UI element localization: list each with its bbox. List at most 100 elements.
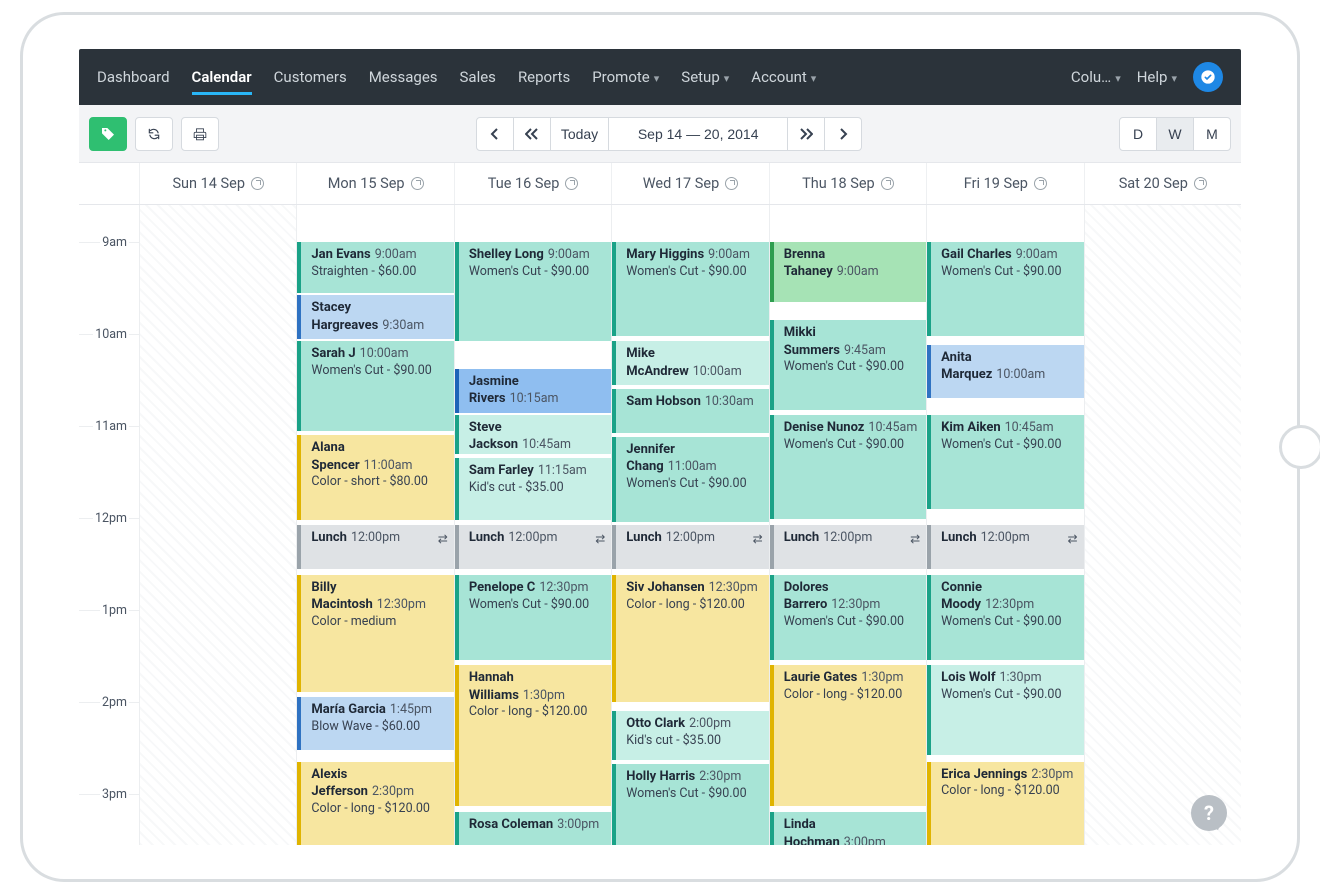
- nav-item-account[interactable]: Account: [751, 51, 816, 103]
- calendar-event[interactable]: Gail Charles9:00amWomen's Cut - $90.00: [927, 242, 1083, 337]
- calendar-event[interactable]: Billy Macintosh12:30pmColor - medium: [297, 575, 453, 693]
- calendar-event[interactable]: Sarah J10:00amWomen's Cut - $90.00: [297, 341, 453, 431]
- event-time: 1:30pm: [999, 670, 1041, 685]
- event-time: 9:30am: [382, 318, 424, 333]
- nav-item-calendar[interactable]: Calendar: [192, 51, 252, 103]
- calendar-event[interactable]: Lunch12:00pm⇄: [770, 525, 926, 569]
- next-fast-button[interactable]: [787, 117, 825, 151]
- event-time: 1:30pm: [861, 670, 903, 685]
- event-name: Linda Hochman: [784, 817, 840, 845]
- day-header[interactable]: Thu 18 Sep: [769, 163, 926, 204]
- nav-item-setup[interactable]: Setup: [681, 51, 729, 103]
- calendar-event[interactable]: Lois Wolf1:30pmWomen's Cut - $90.00: [927, 665, 1083, 755]
- today-button[interactable]: Today: [550, 117, 609, 151]
- day-column[interactable]: [1084, 205, 1241, 845]
- calendar-event[interactable]: Otto Clark2:00pmKid's cut - $35.00: [612, 711, 768, 760]
- calendar-event[interactable]: Laurie Gates1:30pmColor - long - $120.00: [770, 665, 926, 806]
- next-button[interactable]: [824, 117, 862, 151]
- help-bubble[interactable]: ?: [1191, 795, 1227, 831]
- view-day-button[interactable]: D: [1119, 117, 1157, 151]
- day-column[interactable]: [139, 205, 296, 845]
- calendar-event[interactable]: Siv Johansen12:30pmColor - long - $120.0…: [612, 575, 768, 702]
- day-header-label: Fri 19 Sep: [964, 175, 1028, 192]
- event-desc: Color - short - $80.00: [311, 474, 445, 491]
- prev-button[interactable]: [476, 117, 514, 151]
- calendar-event[interactable]: Rosa Coleman3:00pm: [455, 812, 611, 845]
- calendar-event[interactable]: Denise Nunoz10:45amWomen's Cut - $90.00: [770, 415, 926, 519]
- refresh-button[interactable]: [135, 117, 173, 151]
- calendar-event[interactable]: Anita Marquez10:00am: [927, 345, 1083, 398]
- hour-label: 1pm: [100, 603, 129, 618]
- event-name: Denise Nunoz: [784, 420, 865, 435]
- calendar-event[interactable]: Kim Aiken10:45amWomen's Cut - $90.00: [927, 415, 1083, 510]
- calendar-event[interactable]: Jasmine Rivers10:15am: [455, 369, 611, 413]
- day-header[interactable]: Sun 14 Sep: [139, 163, 296, 204]
- calendar-event[interactable]: María Garcia1:45pmBlow Wave - $60.00: [297, 697, 453, 750]
- repeat-icon: ⇄: [438, 531, 448, 547]
- day-column[interactable]: Gail Charles9:00amWomen's Cut - $90.00 An…: [926, 205, 1083, 845]
- event-time: 3:00pm: [844, 835, 886, 845]
- calendar-event[interactable]: Mike McAndrew10:00am: [612, 341, 768, 385]
- calendar-event[interactable]: Sam Farley11:15amKid's cut - $35.00: [455, 458, 611, 520]
- calendar-event[interactable]: Sam Hobson10:30am: [612, 389, 768, 433]
- help-menu[interactable]: Help: [1137, 68, 1177, 86]
- calendar-event[interactable]: Holly Harris2:30pmWomen's Cut - $90.00: [612, 764, 768, 845]
- event-name: Mikki Summers: [784, 325, 840, 358]
- print-button[interactable]: [181, 117, 219, 151]
- nav-item-sales[interactable]: Sales: [460, 51, 496, 103]
- event-time: 12:00pm: [351, 530, 400, 545]
- calendar-event[interactable]: Brenna Tahaney9:00am: [770, 242, 926, 303]
- nav-item-messages[interactable]: Messages: [369, 51, 438, 103]
- nav-item-reports[interactable]: Reports: [518, 51, 570, 103]
- calendar-event[interactable]: Erica Jennings2:30pmColor - long - $120.…: [927, 762, 1083, 845]
- calendar-event[interactable]: Lunch12:00pm⇄: [927, 525, 1083, 569]
- user-menu[interactable]: Colu…: [1071, 68, 1121, 86]
- event-time: 12:30pm: [539, 580, 588, 595]
- event-name: Gail Charles: [941, 247, 1012, 262]
- hour-line: 12pm: [79, 518, 139, 519]
- event-name: Lunch: [784, 530, 820, 545]
- calendar-event[interactable]: Connie Moody12:30pmWomen's Cut - $90.00: [927, 575, 1083, 660]
- event-time: 11:00am: [364, 458, 413, 473]
- calendar-event[interactable]: Hannah Williams1:30pmColor - long - $120…: [455, 665, 611, 806]
- calendar-event[interactable]: Steve Jackson10:45am: [455, 415, 611, 454]
- hour-line: 11am: [79, 426, 139, 427]
- calendar-event[interactable]: Penelope C12:30pmWomen's Cut - $90.00: [455, 575, 611, 660]
- event-time: 10:00am: [693, 364, 742, 379]
- event-time: 9:45am: [844, 343, 886, 358]
- day-header[interactable]: Mon 15 Sep: [296, 163, 453, 204]
- calendar-event[interactable]: Jan Evans9:00amStraighten - $60.00: [297, 242, 453, 293]
- view-week-button[interactable]: W: [1156, 117, 1194, 151]
- event-name: Lunch: [626, 530, 662, 545]
- day-column[interactable]: Brenna Tahaney9:00amMikki Summers9:45amW…: [769, 205, 926, 845]
- calendar-event[interactable]: Mary Higgins9:00amWomen's Cut - $90.00: [612, 242, 768, 337]
- calendar-event[interactable]: Shelley Long9:00amWomen's Cut - $90.00: [455, 242, 611, 341]
- event-name: María Garcia: [311, 702, 385, 717]
- calendar-event[interactable]: Jennifer Chang11:00amWomen's Cut - $90.0…: [612, 437, 768, 522]
- status-badge-icon[interactable]: [1193, 62, 1223, 92]
- event-desc: Blow Wave - $60.00: [311, 719, 445, 736]
- tag-button[interactable]: [89, 117, 127, 151]
- calendar-event[interactable]: Alexis Jefferson2:30pmColor - long - $12…: [297, 762, 453, 845]
- calendar-event[interactable]: Lunch12:00pm⇄: [612, 525, 768, 569]
- date-range-button[interactable]: Sep 14 — 20, 2014: [608, 117, 788, 151]
- calendar-event[interactable]: Stacey Hargreaves9:30am: [297, 295, 453, 339]
- day-header[interactable]: Tue 16 Sep: [454, 163, 611, 204]
- nav-item-promote[interactable]: Promote: [592, 51, 659, 103]
- day-header[interactable]: Wed 17 Sep: [611, 163, 768, 204]
- calendar-event[interactable]: Lunch12:00pm⇄: [297, 525, 453, 569]
- calendar-event[interactable]: Linda Hochman3:00pmWomen's Cut -: [770, 812, 926, 845]
- day-column[interactable]: Mary Higgins9:00amWomen's Cut - $90.00Mi…: [611, 205, 768, 845]
- day-header[interactable]: Sat 20 Sep: [1084, 163, 1241, 204]
- prev-fast-button[interactable]: [513, 117, 551, 151]
- day-column[interactable]: Shelley Long9:00amWomen's Cut - $90.00 Ja…: [454, 205, 611, 845]
- nav-item-dashboard[interactable]: Dashboard: [97, 51, 170, 103]
- day-column[interactable]: Jan Evans9:00amStraighten - $60.00Stacey…: [296, 205, 453, 845]
- calendar-event[interactable]: Mikki Summers9:45amWomen's Cut - $90.00: [770, 320, 926, 410]
- nav-item-customers[interactable]: Customers: [274, 51, 347, 103]
- calendar-event[interactable]: Lunch12:00pm⇄: [455, 525, 611, 569]
- calendar-event[interactable]: Alana Spencer11:00amColor - short - $80.…: [297, 435, 453, 520]
- calendar-event[interactable]: Dolores Barrero12:30pmWomen's Cut - $90.…: [770, 575, 926, 660]
- day-header[interactable]: Fri 19 Sep: [926, 163, 1083, 204]
- view-month-button[interactable]: M: [1193, 117, 1231, 151]
